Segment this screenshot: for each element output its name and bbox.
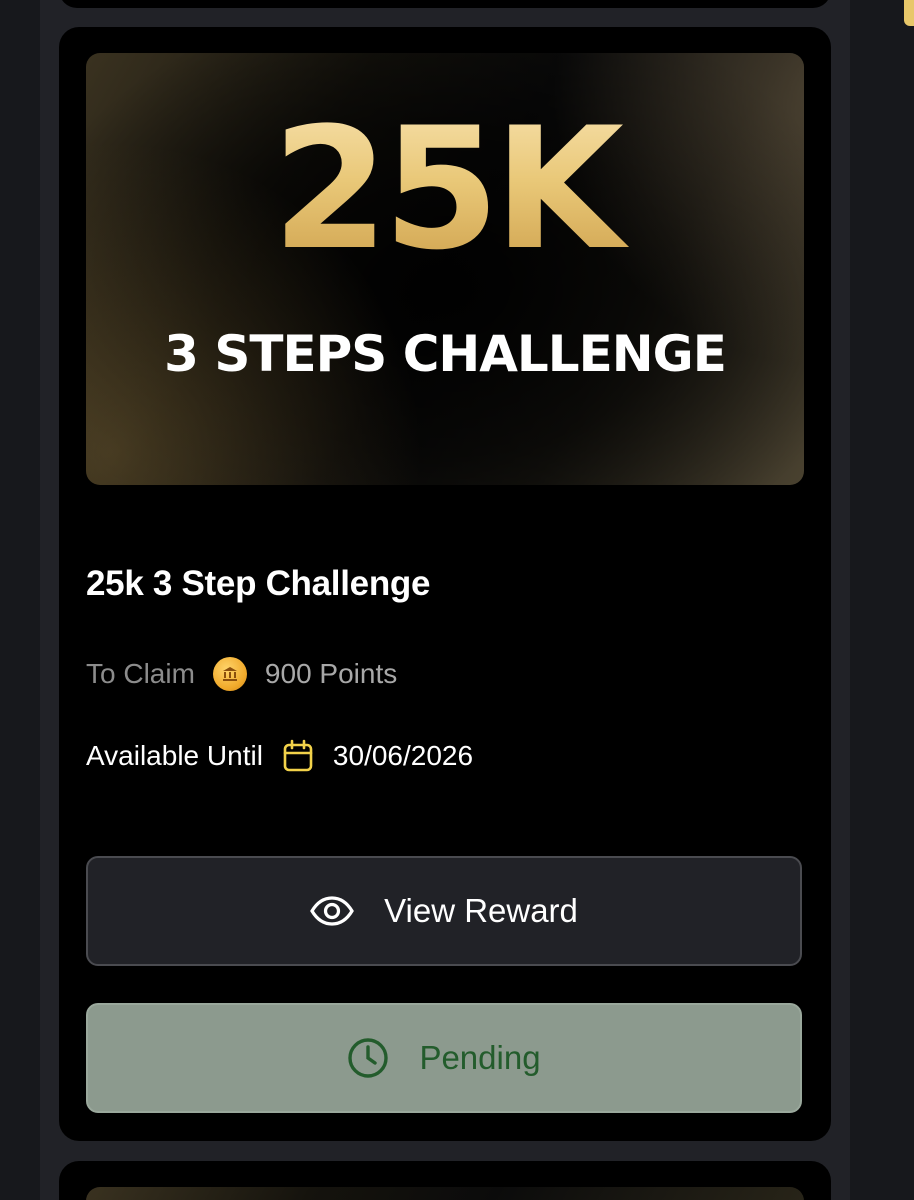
claim-points: 900 Points: [264, 658, 398, 689]
view-reward-label: View Reward: [384, 892, 578, 929]
coin-icon: [212, 657, 247, 691]
claim-label: To Claim: [86, 658, 195, 689]
pending-label: Pending: [419, 1039, 541, 1076]
page: 25K 3 STEPS CHALLENGE 25k 3 Step Challen…: [0, 0, 914, 1200]
scroll-indicator[interactable]: [904, 0, 914, 26]
calendar-icon: [281, 739, 315, 773]
banner-subtitle: 3 STEPS CHALLENGE: [164, 325, 727, 383]
claim-row: To Claim 900 Points: [86, 657, 397, 691]
reward-title: 25k 3 Step Challenge: [86, 564, 431, 603]
next-reward-banner: [86, 1187, 804, 1200]
pending-status-button[interactable]: Pending: [86, 1003, 802, 1113]
clock-icon: [347, 1037, 389, 1079]
eye-icon: [310, 896, 354, 926]
availability-label: Available Until: [86, 740, 263, 771]
reward-card: 25K 3 STEPS CHALLENGE 25k 3 Step Challen…: [59, 27, 831, 1141]
banner-amount: 25K: [86, 105, 804, 273]
reward-banner: 25K 3 STEPS CHALLENGE: [86, 53, 804, 485]
availability-date: 30/06/2026: [332, 740, 474, 771]
previous-reward-card[interactable]: [59, 0, 831, 8]
availability-row: Available Until 30/06/2026: [86, 739, 473, 773]
view-reward-button[interactable]: View Reward: [86, 856, 802, 966]
next-reward-card[interactable]: [59, 1161, 831, 1200]
